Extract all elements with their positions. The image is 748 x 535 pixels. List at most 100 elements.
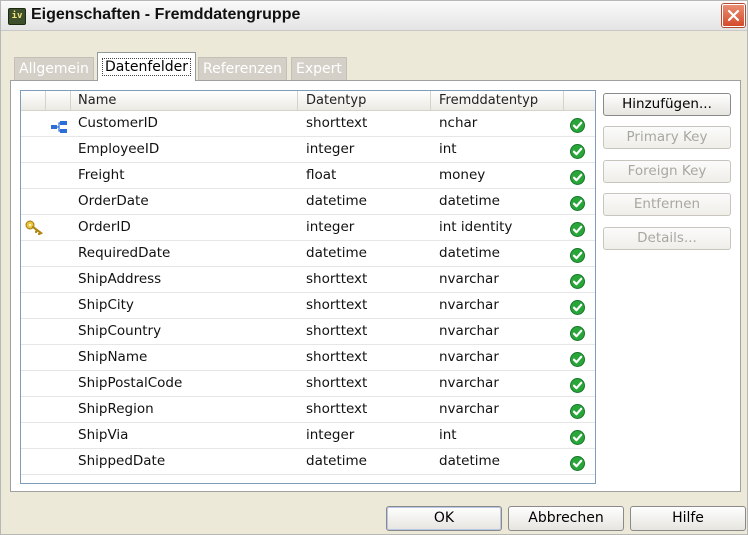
table-row[interactable]: OrderDate datetime datetime — [21, 188, 595, 215]
header-name[interactable]: Name — [71, 91, 298, 110]
field-datatype: datetime — [306, 193, 367, 209]
field-foreign-datatype: nchar — [439, 115, 478, 131]
primary-key-button-label: Primary Key — [626, 129, 708, 145]
check-icon — [570, 350, 585, 367]
table-row[interactable]: ShipPostalCode shorttext nvarchar — [21, 370, 595, 397]
check-icon — [570, 246, 585, 263]
check-icon — [570, 376, 585, 393]
field-datatype: shorttext — [306, 271, 368, 287]
fields-grid[interactable]: Name Datentyp Fremddatentyp CustomerID sh… — [20, 90, 596, 484]
ok-button[interactable]: OK — [386, 506, 502, 531]
table-row[interactable]: ShipRegion shorttext nvarchar — [21, 396, 595, 423]
header-fremddatentyp[interactable]: Fremddatentyp — [431, 91, 564, 110]
field-foreign-datatype: int identity — [439, 219, 513, 235]
table-row[interactable]: EmployeeID integer int — [21, 136, 595, 163]
tab-datenfelder-label: Datenfelder — [102, 58, 192, 76]
check-icon — [570, 168, 585, 185]
foreign-key-button-label: Foreign Key — [627, 163, 707, 179]
field-foreign-datatype: nvarchar — [439, 323, 499, 339]
field-name: ShipCity — [78, 297, 134, 313]
grid-header: Name Datentyp Fremddatentyp — [21, 91, 595, 111]
tab-datenfelder[interactable]: Datenfelder — [97, 52, 197, 81]
field-name: EmployeeID — [78, 141, 160, 157]
field-datatype: integer — [306, 141, 355, 157]
field-datatype: shorttext — [306, 115, 368, 131]
field-datatype: shorttext — [306, 323, 368, 339]
field-foreign-datatype: nvarchar — [439, 297, 499, 313]
field-datatype: integer — [306, 427, 355, 443]
check-icon — [570, 324, 585, 341]
check-icon — [570, 402, 585, 419]
table-row[interactable]: Freight float money — [21, 162, 595, 189]
check-icon — [570, 454, 585, 471]
field-name: Freight — [78, 167, 125, 183]
add-button[interactable]: Hinzufügen... — [603, 93, 731, 116]
details-button-label: Details... — [637, 230, 697, 246]
field-foreign-datatype: int — [439, 427, 457, 443]
check-icon — [570, 116, 585, 133]
app-icon: iv — [8, 8, 26, 25]
primary-key-button[interactable]: Primary Key — [603, 126, 731, 149]
field-datatype: datetime — [306, 245, 367, 261]
field-name: ShipName — [78, 349, 148, 365]
field-datatype: shorttext — [306, 297, 368, 313]
table-row[interactable]: ShipCity shorttext nvarchar — [21, 292, 595, 319]
field-datatype: float — [306, 167, 337, 183]
help-button[interactable]: Hilfe — [630, 506, 746, 531]
field-datatype: shorttext — [306, 375, 368, 391]
field-datatype: datetime — [306, 453, 367, 469]
tab-referenzen[interactable]: Referenzen — [198, 57, 288, 80]
tab-expert[interactable]: Expert — [291, 57, 347, 80]
field-foreign-datatype: int — [439, 141, 457, 157]
field-name: ShippedDate — [78, 453, 166, 469]
field-foreign-datatype: nvarchar — [439, 375, 499, 391]
field-name: RequiredDate — [78, 245, 171, 261]
field-datatype: shorttext — [306, 401, 368, 417]
field-name: OrderID — [78, 219, 131, 235]
check-icon — [570, 272, 585, 289]
field-foreign-datatype: datetime — [439, 245, 500, 261]
header-datentyp[interactable]: Datentyp — [298, 91, 431, 110]
add-button-label: Hinzufügen... — [622, 96, 712, 112]
table-row[interactable]: ShipName shorttext nvarchar — [21, 344, 595, 371]
foreign-key-button[interactable]: Foreign Key — [603, 160, 731, 183]
field-name: OrderDate — [78, 193, 149, 209]
table-row[interactable]: OrderID integer int identity — [21, 214, 595, 241]
field-name: ShipRegion — [78, 401, 154, 417]
field-name: ShipVia — [78, 427, 129, 443]
tab-allgemein[interactable]: Allgemein — [14, 57, 94, 80]
table-row[interactable]: RequiredDate datetime datetime — [21, 240, 595, 267]
cancel-button[interactable]: Abbrechen — [508, 506, 624, 531]
table-row[interactable]: ShipVia integer int — [21, 422, 595, 449]
title-bar[interactable]: iv Eigenschaften - Fremddatengruppe — [1, 1, 747, 31]
check-icon — [570, 142, 585, 159]
remove-button[interactable]: Entfernen — [603, 193, 731, 216]
close-icon — [727, 9, 740, 22]
field-name: ShipAddress — [78, 271, 162, 287]
field-name: ShipCountry — [78, 323, 162, 339]
field-name: ShipPostalCode — [78, 375, 183, 391]
check-icon — [570, 428, 585, 445]
header-spacer-column — [46, 91, 71, 110]
table-row[interactable]: ShipAddress shorttext nvarchar — [21, 266, 595, 293]
field-foreign-datatype: datetime — [439, 453, 500, 469]
table-row[interactable]: CustomerID shorttext nchar — [21, 110, 595, 137]
table-row[interactable]: ShippedDate datetime datetime — [21, 448, 595, 475]
check-icon — [570, 298, 585, 315]
details-button[interactable]: Details... — [603, 227, 731, 250]
check-icon — [570, 220, 585, 237]
properties-dialog: iv Eigenschaften - Fremddatengruppe Allg… — [0, 0, 748, 535]
field-datatype: integer — [306, 219, 355, 235]
field-foreign-datatype: nvarchar — [439, 401, 499, 417]
header-status — [564, 91, 595, 110]
check-icon — [570, 194, 585, 211]
field-foreign-datatype: nvarchar — [439, 349, 499, 365]
header-icon-column — [21, 91, 46, 110]
window-title: Eigenschaften - Fremddatengruppe — [31, 6, 301, 23]
tab-panel: Name Datentyp Fremddatentyp CustomerID sh… — [10, 80, 741, 492]
remove-button-label: Entfernen — [633, 196, 701, 212]
close-button[interactable] — [722, 4, 745, 27]
table-row[interactable]: ShipCountry shorttext nvarchar — [21, 318, 595, 345]
field-foreign-datatype: datetime — [439, 193, 500, 209]
field-name: CustomerID — [78, 115, 158, 131]
